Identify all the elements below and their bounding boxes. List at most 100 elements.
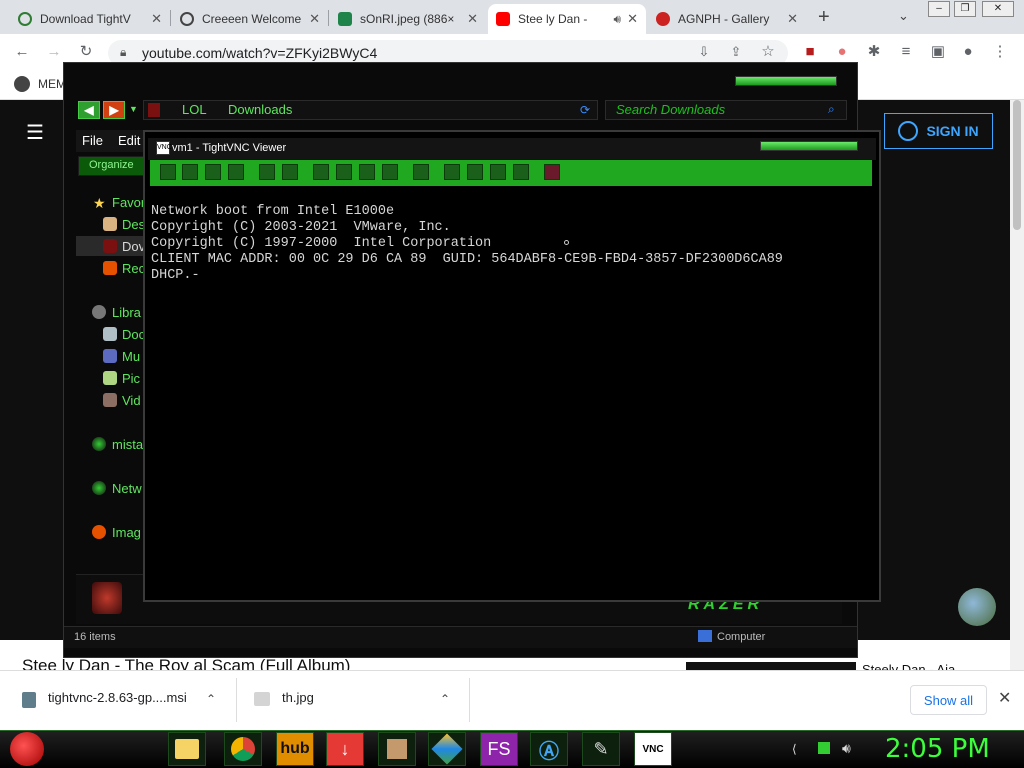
bookmark-star-icon[interactable]: ☆ [758, 42, 778, 62]
sidebar-item-homegroup[interactable]: mista [112, 437, 143, 452]
menu-kebab-icon[interactable]: ⋮ [990, 42, 1010, 62]
sidebar-item-downloads[interactable]: Dov [122, 239, 145, 254]
ctrl-alt-del-icon[interactable] [313, 164, 329, 180]
vnc-window-controls[interactable] [760, 141, 858, 151]
related-thumbnail[interactable] [686, 662, 856, 670]
explorer-back-button[interactable]: ◀ [78, 101, 100, 119]
close-tab-icon[interactable]: ✕ [151, 11, 162, 27]
close-tab-icon[interactable]: ✕ [467, 11, 478, 27]
taskbar-hub-icon[interactable]: hub [276, 732, 314, 766]
show-all-button[interactable]: Show all [910, 685, 987, 715]
explorer-address-bar[interactable] [143, 100, 598, 120]
bookmark-item[interactable]: MEM [38, 77, 66, 91]
path-segment[interactable]: Downloads [228, 102, 292, 117]
page-scrollbar[interactable] [1010, 100, 1024, 670]
zoom-in-icon[interactable] [444, 164, 460, 180]
close-window-button[interactable]: ✕ [982, 1, 1014, 17]
chevron-up-icon[interactable]: ⌃ [440, 692, 450, 706]
url-text[interactable]: youtube.com/watch?v=ZFKyi2BWyC4 [142, 45, 377, 61]
sidebar-item-desktop[interactable]: Des [122, 217, 145, 232]
tab-agnph-gallery[interactable]: AGNPH - Gallery ✕ [648, 4, 806, 34]
lock-icon[interactable]: 🔒︎ [120, 45, 126, 60]
search-icon[interactable]: ⌕ [828, 102, 835, 117]
tab-sonri-jpeg[interactable]: sOnRI.jpeg (886× ✕ [330, 4, 486, 34]
sidepanel-icon[interactable]: ▣ [928, 42, 948, 62]
sidebar-item-pictures[interactable]: Pic [122, 371, 140, 386]
download-item-name[interactable]: th.jpg [282, 690, 314, 705]
install-icon[interactable]: ⇩ [694, 42, 714, 62]
minimize-button[interactable]: – [928, 1, 950, 17]
zoom-fit-icon[interactable] [513, 164, 529, 180]
tray-chevron-icon[interactable]: ⟨ [792, 742, 797, 756]
profile-avatar[interactable]: ● [958, 42, 978, 62]
alt-key-icon[interactable] [382, 164, 398, 180]
sidebar-item-libraries[interactable]: Libra [112, 305, 141, 320]
sidebar-item-music[interactable]: Mu [122, 349, 140, 364]
speaker-icon[interactable]: 🔊︎ [614, 12, 622, 27]
extension-icon[interactable]: ■ [800, 42, 820, 62]
new-tab-button[interactable]: + [818, 6, 830, 29]
win-key-icon[interactable] [336, 164, 352, 180]
taskbar-folder-icon[interactable] [168, 732, 206, 766]
menu-file[interactable]: File [82, 133, 103, 148]
tab-steely-dan[interactable]: Stee ly Dan - 🔊︎ ✕ [488, 4, 646, 34]
back-icon[interactable]: ← [12, 42, 32, 62]
hamburger-menu-icon[interactable]: ☰ [26, 120, 44, 145]
taskbar-box-icon[interactable] [378, 732, 416, 766]
options-icon[interactable] [205, 164, 221, 180]
sign-in-button[interactable]: SIGN IN [884, 113, 993, 149]
history-dropdown-icon[interactable]: ▼ [129, 104, 138, 114]
vnc-viewer-window[interactable] [143, 130, 881, 602]
reload-icon[interactable]: ↻ [76, 42, 96, 62]
maximize-button[interactable]: ❐ [954, 1, 976, 17]
menu-edit[interactable]: Edit [118, 133, 140, 148]
tab-search-chevron-icon[interactable]: ⌄ [898, 8, 909, 24]
pause-icon[interactable] [259, 164, 275, 180]
close-tab-icon[interactable]: ✕ [627, 11, 638, 27]
taskbar-chrome-icon[interactable] [224, 732, 262, 766]
close-tab-icon[interactable]: ✕ [787, 11, 798, 27]
taskbar-a-icon[interactable]: Ⓐ [530, 732, 568, 766]
start-button-angry-bird-icon[interactable] [10, 732, 44, 766]
taskbar-clock[interactable]: 2:05 PM [885, 734, 990, 764]
connection-info-icon[interactable] [228, 164, 244, 180]
taskbar-fs-icon[interactable]: FS [480, 732, 518, 766]
mouse-cursor-icon [564, 240, 569, 245]
remote-console-screen[interactable]: Network boot from Intel E1000e Copyright … [151, 204, 783, 284]
tray-volume-icon[interactable]: 🔊︎ [842, 740, 851, 757]
close-tab-icon[interactable]: ✕ [309, 11, 320, 27]
zoom-out-icon[interactable] [467, 164, 483, 180]
refresh-screen-icon[interactable] [282, 164, 298, 180]
chevron-up-icon[interactable]: ⌃ [206, 692, 216, 706]
forward-icon[interactable]: → [44, 42, 64, 62]
explorer-forward-button[interactable]: ▶ [103, 101, 125, 119]
tab-creeeen[interactable]: Creeeen Welcome ✕ [172, 4, 328, 34]
tab-download-tightvnc[interactable]: Download TightV ✕ [10, 4, 170, 34]
path-segment[interactable]: LOL [182, 102, 207, 117]
sidebar-item-favorites[interactable]: Favor [112, 195, 145, 210]
sidebar-item-network[interactable]: Netw [112, 481, 142, 496]
refresh-icon[interactable]: ⟳ [580, 103, 590, 117]
new-connection-icon[interactable] [160, 164, 176, 180]
sidebar-item-images[interactable]: Imag [112, 525, 141, 540]
explorer-window-controls[interactable] [735, 76, 837, 86]
sidebar-item-videos[interactable]: Vid [122, 393, 141, 408]
sidebar-item-recent[interactable]: Rec [122, 261, 145, 276]
taskbar-download-icon[interactable]: ↓ [326, 732, 364, 766]
close-download-shelf-icon[interactable]: ✕ [998, 688, 1011, 708]
zoom-100-icon[interactable] [490, 164, 506, 180]
share-icon[interactable]: ⇪ [726, 42, 746, 62]
download-item-name[interactable]: tightvnc-2.8.63-gp....msi [48, 690, 187, 705]
fullscreen-icon[interactable] [544, 164, 560, 180]
sidebar-item-documents[interactable]: Doc [122, 327, 145, 342]
puzzle-icon[interactable]: ✱ [864, 42, 884, 62]
taskbar-brush-icon[interactable]: ✎ [582, 732, 620, 766]
taskbar-vnc-icon[interactable]: VNC [634, 732, 672, 766]
transfer-files-icon[interactable] [413, 164, 429, 180]
taskbar-kite-icon[interactable] [428, 732, 466, 766]
extension-icon[interactable]: ● [832, 42, 852, 62]
tray-battery-icon[interactable] [818, 742, 830, 754]
ctrl-key-icon[interactable] [359, 164, 375, 180]
save-session-icon[interactable] [182, 164, 198, 180]
media-icon[interactable]: ≡ [896, 42, 916, 62]
